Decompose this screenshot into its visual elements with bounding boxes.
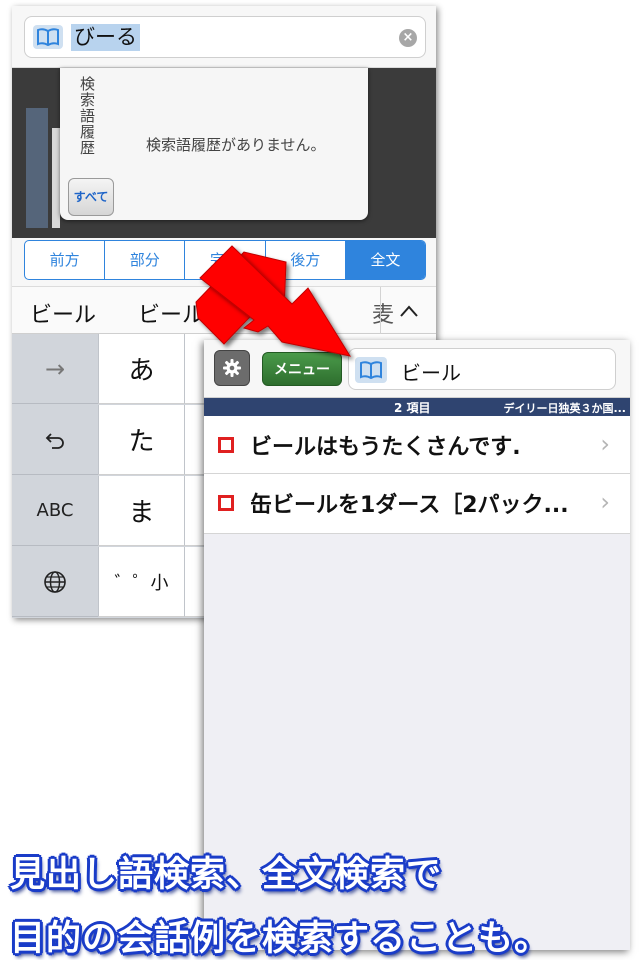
globe-icon xyxy=(44,570,66,593)
search-input[interactable]: ビール xyxy=(348,348,616,390)
key-ta[interactable]: た xyxy=(98,405,184,475)
search-mode-segmented-control: 前方 部分 完全 後方 全文 xyxy=(24,240,426,280)
candidate-item[interactable]: ビール xyxy=(30,297,96,329)
chevron-up-icon xyxy=(399,305,418,317)
result-text: 缶ビールを1ダース［2パック... xyxy=(250,493,569,518)
key-globe[interactable] xyxy=(12,547,98,617)
result-row[interactable]: ビールはもうたくさんです. › xyxy=(204,416,630,474)
clear-icon[interactable]: × xyxy=(399,29,417,47)
key-cursor-right[interactable]: → xyxy=(12,334,98,404)
search-mode-bar: 前方 部分 完全 後方 全文 xyxy=(12,238,436,286)
search-query-text: ビール xyxy=(401,361,461,385)
search-bar: びーる × xyxy=(12,6,436,68)
result-row[interactable]: 缶ビールを1ダース［2パック... › xyxy=(204,474,630,532)
history-empty-message: 検索語履歴がありません。 xyxy=(146,136,326,154)
key-abc[interactable]: ABC xyxy=(12,476,98,546)
result-text: ビールはもうたくさんです. xyxy=(250,435,521,460)
search-history-popup: 検索語履歴 検索語履歴がありません。 すべて xyxy=(60,68,368,220)
dictionary-name: デイリー日独英３か国... xyxy=(503,402,626,415)
undo-icon xyxy=(45,432,64,449)
result-marker-icon xyxy=(218,437,234,453)
dictionary-book-icon[interactable] xyxy=(355,357,387,383)
caption-line: 見出し語検索、全文検索で xyxy=(10,855,443,895)
result-count: 2 項目 xyxy=(394,401,431,415)
result-list: ビールはもうたくさんです. › 缶ビールを1ダース［2パック... › xyxy=(204,416,630,534)
chevron-right-icon: › xyxy=(600,488,610,516)
key-dakuten[interactable]: ゛゜小 xyxy=(98,547,184,617)
mode-fulltext[interactable]: 全文 xyxy=(345,241,425,279)
conversion-candidate-bar: ビール ビール 麦 xyxy=(12,286,436,334)
settings-button[interactable] xyxy=(214,350,250,386)
mode-partial[interactable]: 部分 xyxy=(105,241,186,279)
background-strip xyxy=(26,108,48,228)
dictionary-book-icon[interactable] xyxy=(33,25,63,49)
gear-icon xyxy=(223,359,241,377)
key-a[interactable]: あ xyxy=(98,334,184,404)
key-undo[interactable] xyxy=(12,405,98,475)
toolbar: メニュー ビール xyxy=(204,340,630,398)
abc-label: ABC xyxy=(36,500,74,521)
mode-suffix[interactable]: 後方 xyxy=(266,241,346,279)
background-strip xyxy=(52,128,60,228)
menu-button[interactable]: メニュー xyxy=(262,352,342,386)
arrow-right-icon: → xyxy=(44,354,66,383)
search-input[interactable]: びーる × xyxy=(24,16,426,58)
candidate-item[interactable]: ビール xyxy=(138,297,204,329)
result-marker-icon xyxy=(218,495,234,511)
history-all-button[interactable]: すべて xyxy=(68,178,114,216)
mode-prefix[interactable]: 前方 xyxy=(25,241,106,279)
search-query-text: びーる xyxy=(71,24,140,51)
chevron-right-icon: › xyxy=(600,430,610,458)
mode-exact[interactable]: 完全 xyxy=(185,241,266,279)
caption-line: 目的の会話例を検索することも。 xyxy=(10,919,551,959)
result-header: 2 項目 デイリー日独英３か国... xyxy=(204,398,630,416)
key-ma[interactable]: ま xyxy=(98,476,184,546)
history-title: 検索語履歴 xyxy=(78,76,96,156)
candidate-collapse-button[interactable] xyxy=(380,287,436,334)
